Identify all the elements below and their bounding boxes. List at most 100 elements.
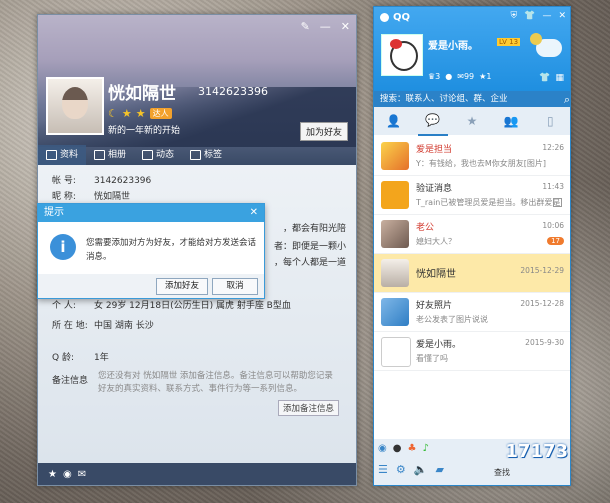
moon-icon: ☾ — [108, 107, 118, 120]
header-tools: 👕 ▦ — [539, 73, 564, 83]
pet-icon[interactable]: ● — [445, 72, 452, 81]
chat-name: 爱是担当 — [416, 145, 453, 155]
star-icon: ★ — [121, 107, 132, 120]
favorites-tab-icon[interactable]: ★ — [457, 107, 487, 135]
dialog-title: 提示 — [44, 207, 64, 218]
find-button[interactable]: 查找 — [494, 467, 510, 478]
add-note-button[interactable]: 添加备注信息 — [277, 400, 339, 416]
profile-avatar[interactable] — [46, 77, 104, 135]
prompt-dialog: 提示 ✕ i 您需要添加对方为好友，才能给对方发送会话消息。 添加好友 取消 — [37, 203, 265, 299]
id-card-icon — [46, 150, 57, 160]
sound-icon[interactable]: 🔈 — [414, 463, 428, 476]
chat-item[interactable]: 爱是担当 12:26 Y：有钱给，我也去M你女朋友[图片] — [374, 137, 570, 176]
shirt-icon[interactable]: 👕 — [539, 73, 550, 83]
nick-row: 昵 称: 恍如隔世 — [52, 192, 131, 202]
close-icon[interactable]: ✕ — [341, 20, 350, 33]
search-icon[interactable]: ⌕ — [564, 92, 570, 108]
tab-info[interactable]: 资料 — [38, 145, 87, 165]
phone-tab-icon[interactable]: ▯ — [535, 107, 565, 135]
tab-album[interactable]: 相册 — [86, 145, 134, 165]
chat-name: 验证消息 — [416, 184, 453, 194]
add-friend-confirm-button[interactable]: 添加好友 — [156, 278, 208, 295]
chat-name: 老公 — [416, 223, 435, 233]
photo-icon — [381, 298, 409, 326]
shield-icon[interactable]: ⛨ — [510, 11, 517, 21]
bio-text-2: 者：即便是一颗小 — [273, 242, 346, 252]
settings-icon[interactable]: ⚙ — [396, 463, 406, 476]
chat-item[interactable]: 好友照片 2015-12-28 老公发表了图片说说 — [374, 293, 570, 332]
messages-tab-icon[interactable]: 💬 — [417, 106, 448, 136]
avatar — [381, 142, 409, 170]
chat-preview: 老公发表了图片说说 — [416, 315, 488, 324]
system-icons: ☰ ⚙ 🔈 ▰ — [378, 463, 444, 476]
chat-item[interactable]: 老公 10:06 媳妇大人？ 17 — [374, 215, 570, 254]
edit-icon[interactable]: ✎ — [301, 20, 310, 33]
chat-preview: Y：有钱给，我也去M你女朋友[图片] — [416, 159, 547, 168]
star-icon[interactable]: ★1 — [479, 72, 491, 81]
weather-icon[interactable] — [530, 33, 562, 57]
menu-icon[interactable]: ☰ — [378, 463, 388, 476]
minimize-icon[interactable]: — — [320, 20, 331, 33]
add-friend-button[interactable]: 加为好友 — [299, 122, 348, 141]
location-row: 所 在 地: 中国 湖南 长沙 — [52, 321, 154, 331]
unread-badge: 17 — [547, 237, 564, 245]
mail-icon[interactable]: ✉99 — [457, 72, 474, 81]
qzone-icon[interactable]: ◉ — [63, 469, 72, 480]
profile-qq-number: 3142623396 — [198, 85, 268, 98]
folder-icon[interactable]: ▰ — [435, 463, 443, 476]
chat-name: 好友照片 — [416, 301, 453, 311]
profile-nickname: 恍如隔世 — [108, 84, 176, 104]
level-badges: ☾ ★ ★ 达人 — [108, 107, 172, 120]
note-description: 您还没有对 恍如隔世 添加备注信息。备注信息可以帮助您记录好友的真实资料、联系方… — [98, 371, 333, 394]
chat-preview: 看懂了吗 — [416, 354, 448, 363]
bio-text-1: ，都会有阳光陪 — [282, 224, 346, 234]
skin-icon[interactable]: 👕 — [524, 11, 535, 21]
cancel-button[interactable]: 取消 — [212, 278, 258, 295]
tab-feed[interactable]: 动态 — [134, 145, 182, 165]
music-icon[interactable]: ♪ — [422, 443, 428, 454]
chat-name: 爱是小雨。 — [416, 340, 462, 350]
chat-time: 12:26 — [542, 143, 564, 152]
user-avatar[interactable] — [381, 34, 423, 76]
chat-item[interactable]: 验证消息 11:43 T_rain已被管理员爱是担当。移出群爱是 — [374, 176, 570, 215]
chat-time: 2015-12-29 — [520, 266, 564, 275]
chat-preview: 媳妇大人？ — [416, 237, 456, 246]
qq-header: QQ ⛨ 👕 — ✕ 爱是小雨。 LV 13 ♛3 ● ✉99 ★1 👕 ▦ — [374, 7, 570, 91]
window-controls: ⛨ 👕 — ✕ — [510, 11, 566, 21]
search-bar[interactable]: 搜索：联系人、讨论组、群、企业 ⌕ — [374, 91, 570, 108]
group-tab-icon[interactable]: 👥 — [496, 107, 526, 135]
app-icons: ◉ ● ♣ ♪ — [378, 443, 429, 454]
tab-tags[interactable]: 标签 — [182, 145, 230, 165]
qq-logo: QQ — [380, 12, 410, 23]
search-input[interactable]: 搜索：联系人、讨论组、群、企业 — [380, 94, 508, 104]
crown-icon[interactable]: ♛3 — [428, 72, 440, 81]
chat-time: 2015-9-30 — [525, 338, 564, 347]
close-icon[interactable]: ✕ — [558, 11, 566, 21]
user-stats: ♛3 ● ✉99 ★1 — [428, 72, 491, 81]
game-icon[interactable]: ♣ — [407, 443, 416, 454]
avatar — [381, 220, 409, 248]
dialog-button-bar: 添加好友 取消 — [38, 274, 264, 298]
speaker-icon — [381, 181, 409, 209]
contacts-tab-icon[interactable]: 👤 — [379, 107, 409, 135]
album-icon — [94, 150, 106, 160]
star-icon: ★ — [135, 107, 146, 120]
vip-badge[interactable]: 达人 — [149, 108, 172, 119]
mail-icon[interactable]: ✉ — [78, 469, 86, 480]
grid-icon[interactable]: ▦ — [555, 73, 564, 83]
qq-main-panel: QQ ⛨ 👕 — ✕ 爱是小雨。 LV 13 ♛3 ● ✉99 ★1 👕 ▦ 搜… — [373, 6, 571, 486]
chat-time: 11:43 — [542, 182, 564, 191]
user-name[interactable]: 爱是小雨。 — [428, 37, 478, 52]
penguin-icon[interactable]: ● — [393, 443, 402, 454]
star-icon[interactable]: ★ — [48, 469, 57, 480]
dialog-title-bar: 提示 ✕ — [38, 204, 264, 222]
avatar — [381, 337, 411, 367]
main-tabs: 👤 💬 ★ 👥 ▯ — [374, 106, 570, 136]
profile-signature: 新的一年新的开始 — [108, 126, 181, 136]
close-icon[interactable]: ✕ — [250, 204, 258, 222]
minimize-icon[interactable]: — — [542, 11, 551, 21]
personal-row: 个 人: 女 29岁 12月18日(公历生日) 属虎 射手座 B型血 — [52, 301, 291, 311]
qzone-icon[interactable]: ◉ — [378, 443, 387, 454]
chat-item[interactable]: 爱是小雨。 2015-9-30 看懂了吗 — [374, 332, 570, 371]
chat-item-selected[interactable]: 恍如隔世 2015-12-29 — [374, 254, 570, 293]
